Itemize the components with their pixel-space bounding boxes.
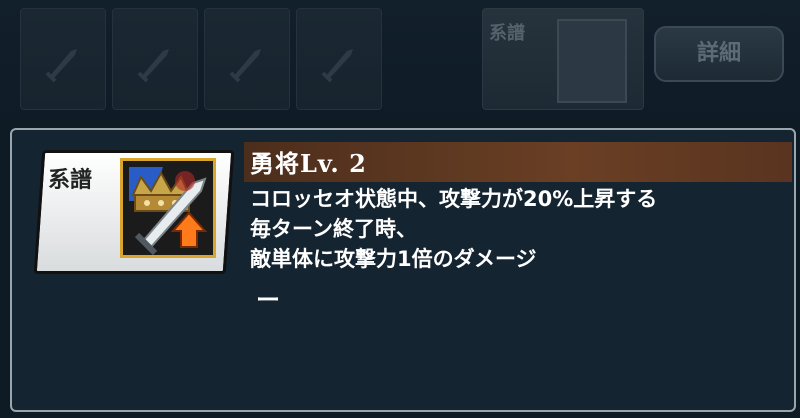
lineage-label: 系譜 xyxy=(489,23,525,44)
description-line-2: 毎ターン終了時、 xyxy=(250,217,417,241)
sword-icon xyxy=(321,49,353,83)
sword-icon xyxy=(137,49,169,83)
skill-description: コロッセオ状態中、攻撃力が20%上昇する 毎ターン終了時、 敵単体に攻撃力1倍の… xyxy=(250,184,657,274)
lineage-skill-slot[interactable]: 系譜 xyxy=(482,8,644,110)
sword-icon xyxy=(45,49,77,83)
skill-slot-2[interactable] xyxy=(112,8,198,110)
skill-icon xyxy=(120,158,216,258)
skill-slot-4[interactable] xyxy=(296,8,382,110)
description-line-1: コロッセオ状態中、攻撃力が20%上昇する xyxy=(250,187,658,211)
skill-thumbnail xyxy=(557,19,627,103)
sword-icon xyxy=(229,49,261,83)
description-line-3: 敵単体に攻撃力1倍のダメージ xyxy=(250,247,537,271)
skill-info-panel: 勇将Lv. 2 コロッセオ状態中、攻撃力が20%上昇する 毎ターン終了時、 敵単… xyxy=(10,128,796,412)
detail-button[interactable]: 詳細 xyxy=(654,26,784,82)
skill-slot-1[interactable] xyxy=(20,8,106,110)
skill-card-label: 系譜 xyxy=(48,168,93,193)
skill-slot-3[interactable] xyxy=(204,8,290,110)
skill-name: 勇将Lv. 2 xyxy=(250,149,367,178)
skill-extra-dash: ー xyxy=(256,286,280,314)
